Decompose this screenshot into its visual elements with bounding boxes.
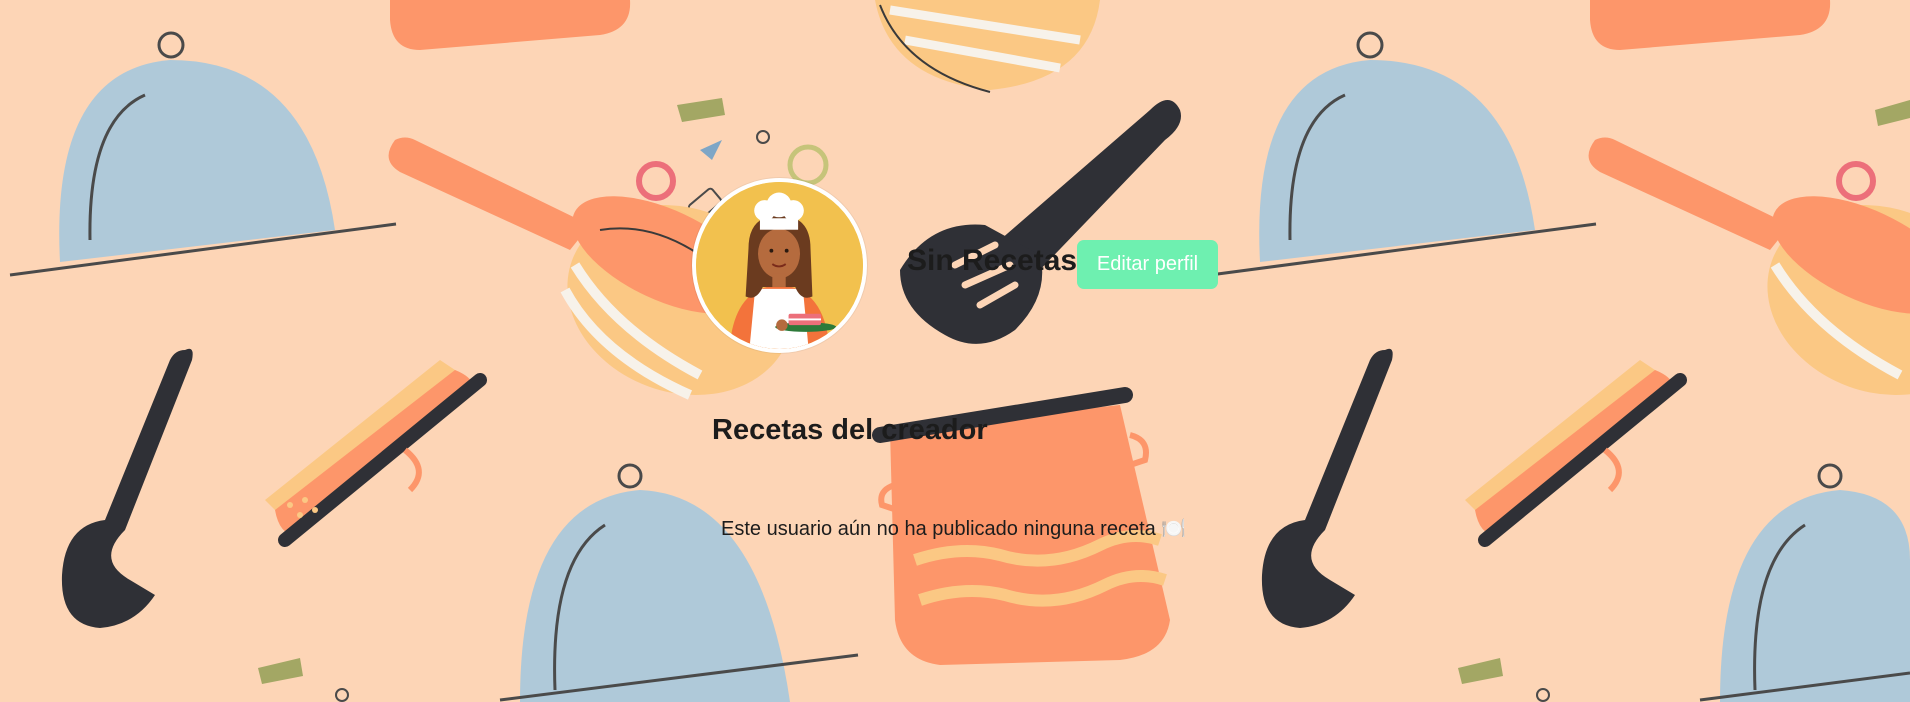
profile-username: Sin Recetas: [907, 244, 1078, 277]
empty-recipes-message: Este usuario aún no ha publicado ninguna…: [721, 518, 1187, 540]
chef-avatar-icon: [696, 182, 863, 349]
chef-avatar: [692, 178, 867, 353]
edit-profile-button[interactable]: Editar perfil: [1077, 240, 1218, 289]
profile-page: Sin Recetas Editar perfil Recetas del cr…: [0, 0, 1910, 702]
recipes-section-title: Recetas del creador: [712, 414, 988, 446]
